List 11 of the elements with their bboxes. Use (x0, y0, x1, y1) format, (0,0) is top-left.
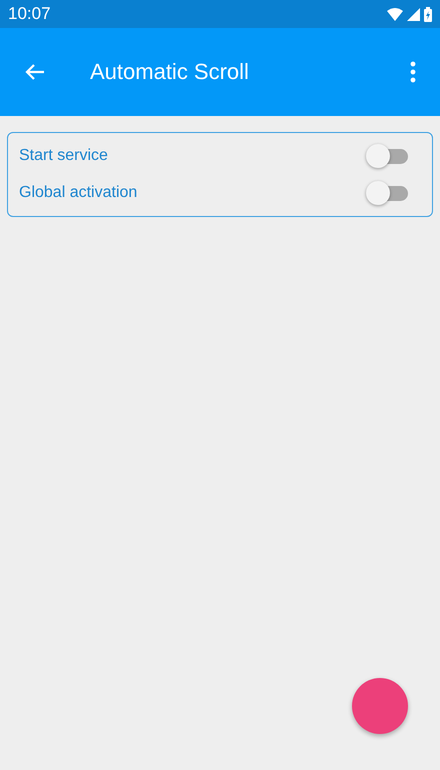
setting-label: Start service (19, 147, 108, 165)
floating-action-button[interactable] (352, 678, 408, 734)
more-options-icon (410, 61, 416, 83)
status-time: 10:07 (8, 4, 51, 24)
battery-icon (424, 6, 432, 22)
wifi-icon (387, 8, 403, 20)
setting-label: Global activation (19, 184, 138, 202)
toggle-switch[interactable] (366, 144, 408, 168)
signal-icon (407, 8, 420, 20)
toggle-switch[interactable] (366, 181, 408, 205)
app-bar-title: Automatic Scroll (90, 59, 250, 85)
